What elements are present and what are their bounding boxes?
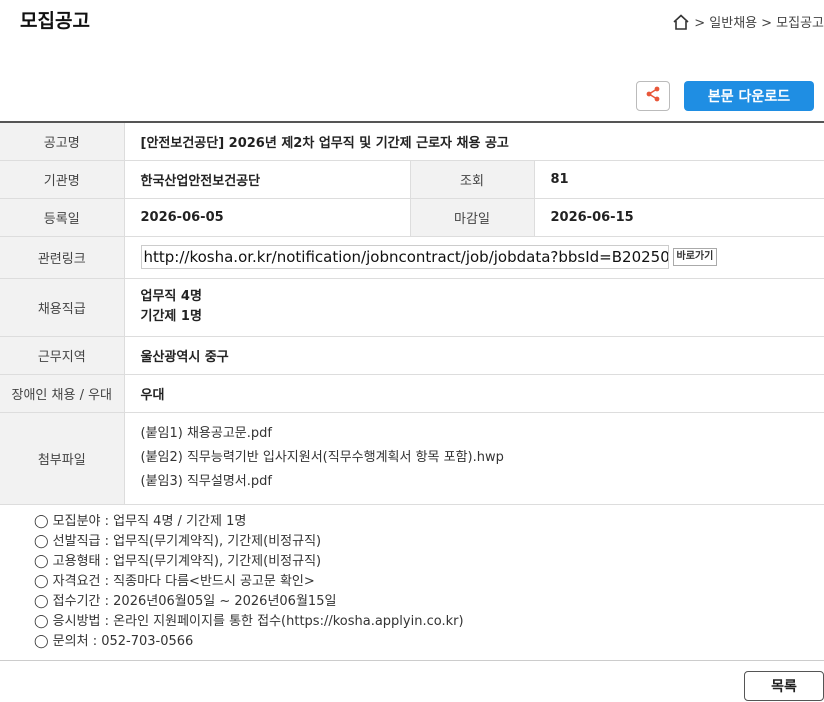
note-line: ◯ 문의처 : 052-703-0566 [34,634,194,649]
breadcrumb: > 일반채용 > 모집공고 [672,12,824,31]
footer-divider [0,660,824,661]
attachment-link[interactable]: (붙임2) 직무능력기반 입사지원서(직무수행계획서 항목 포함).hwp [141,446,824,470]
attachments-cell: (붙임1) 채용공고문.pdf (붙임2) 직무능력기반 입사지원서(직무수행계… [124,412,824,505]
notice-body: ◯ 모집분야 : 업무직 4명 / 기간제 1명 ◯ 선발직급 : 업무직(무기… [34,512,464,652]
list-button[interactable]: 목록 [744,671,824,701]
notice-info-table: 공고명 [안전보건공단] 2026년 제2차 업무직 및 기간제 근로자 채용 … [0,121,824,505]
disability-label: 장애인 채용 / 우대 [0,374,125,413]
note-line: ◯ 선발직급 : 업무직(무기계약직), 기간제(비정규직) [34,534,322,549]
note-line: ◯ 모집분야 : 업무직 4명 / 기간제 1명 [34,514,247,529]
page-title: 모집공고 [20,10,90,32]
link-cell: http://kosha.or.kr/notification/jobncont… [124,236,824,279]
attachment-link[interactable]: (붙임1) 채용공고문.pdf [141,422,824,446]
positions-cell: 업무직 4명 기간제 1명 [124,278,824,337]
note-line: ◯ 자격요건 : 직종마다 다름<반드시 공고문 확인> [34,574,315,589]
deadline-label: 마감일 [409,198,535,237]
views-label: 조회 [409,160,535,199]
share-icon [644,85,662,107]
reg-date: 2026-06-05 [124,198,410,237]
reg-date-label: 등록일 [0,198,125,237]
share-button[interactable] [636,81,670,111]
deadline-date: 2026-06-15 [534,198,824,237]
location-label: 근무지역 [0,336,125,375]
breadcrumb-item-notice[interactable]: > 모집공고 [761,12,824,31]
go-link-button[interactable]: 바로가기 [672,248,718,266]
notice-name-label: 공고명 [0,122,125,161]
related-link[interactable]: http://kosha.or.kr/notification/jobncont… [140,245,669,269]
org-name: 한국산업안전보건공단 [124,160,410,199]
note-line: ◯ 접수기간 : 2026년06월05일 ~ 2026년06월15일 [34,594,337,609]
breadcrumb-item-general[interactable]: > 일반채용 [694,12,757,31]
attachments-label: 첨부파일 [0,412,125,505]
positions-label: 채용직급 [0,278,125,337]
note-line: ◯ 응시방법 : 온라인 지원페이지를 통한 접수(https://kosha.… [34,614,464,629]
position-item: 업무직 4명 [140,289,202,304]
position-item: 기간제 1명 [140,309,202,324]
home-icon[interactable] [672,13,690,30]
org-label: 기관명 [0,160,125,199]
attachment-link[interactable]: (붙임3) 직무설명서.pdf [141,470,824,494]
link-label: 관련링크 [0,236,125,279]
disability-value: 우대 [124,374,824,413]
location: 울산광역시 중구 [124,336,824,375]
views-count: 81 [534,160,824,199]
notice-name: [안전보건공단] 2026년 제2차 업무직 및 기간제 근로자 채용 공고 [124,122,824,161]
download-button[interactable]: 본문 다운로드 [684,81,814,111]
note-line: ◯ 고용형태 : 업무직(무기계약직), 기간제(비정규직) [34,554,322,569]
